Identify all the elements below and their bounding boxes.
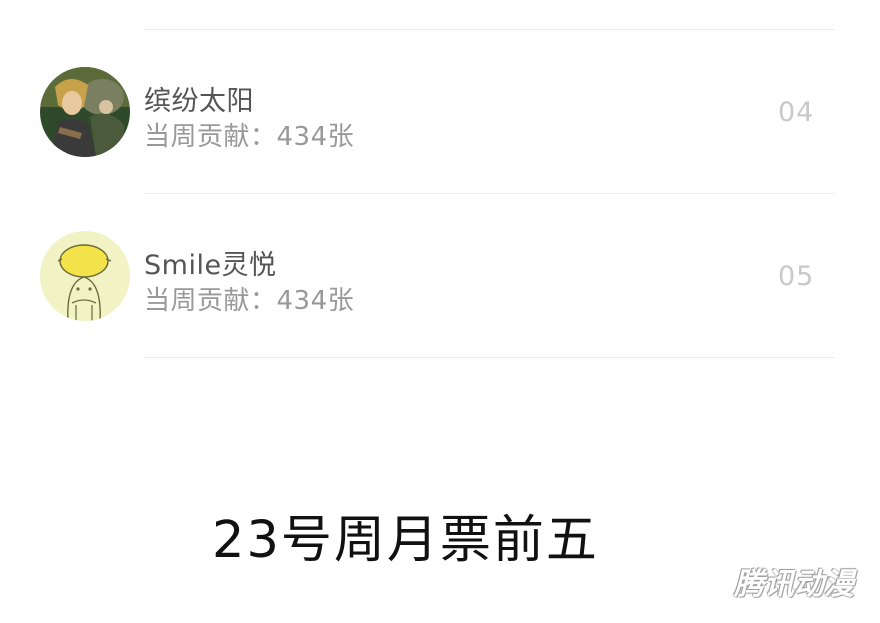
user-name: 缤纷太阳	[144, 86, 254, 117]
avatar-lemon-character-icon	[40, 231, 130, 321]
weekly-contribution: 当周贡献：434张	[144, 286, 355, 316]
leaderboard-item[interactable]: Smile灵悦 当周贡献：434张 05	[0, 194, 880, 358]
leaderboard-item[interactable]: 缤纷太阳 当周贡献：434张 04	[0, 30, 880, 194]
watermark-logo: 腾讯动漫	[734, 567, 854, 602]
rank-number: 04	[778, 97, 815, 128]
avatar-illustrated-character-icon	[40, 67, 130, 157]
user-avatar[interactable]	[40, 67, 130, 157]
weekly-contribution: 当周贡献：434张	[144, 122, 355, 152]
rank-number: 05	[778, 261, 815, 292]
user-avatar[interactable]	[40, 231, 130, 321]
user-name: Smile灵悦	[144, 250, 277, 281]
list-divider	[143, 357, 835, 358]
caption-text: 23号周月票前五	[212, 511, 599, 570]
